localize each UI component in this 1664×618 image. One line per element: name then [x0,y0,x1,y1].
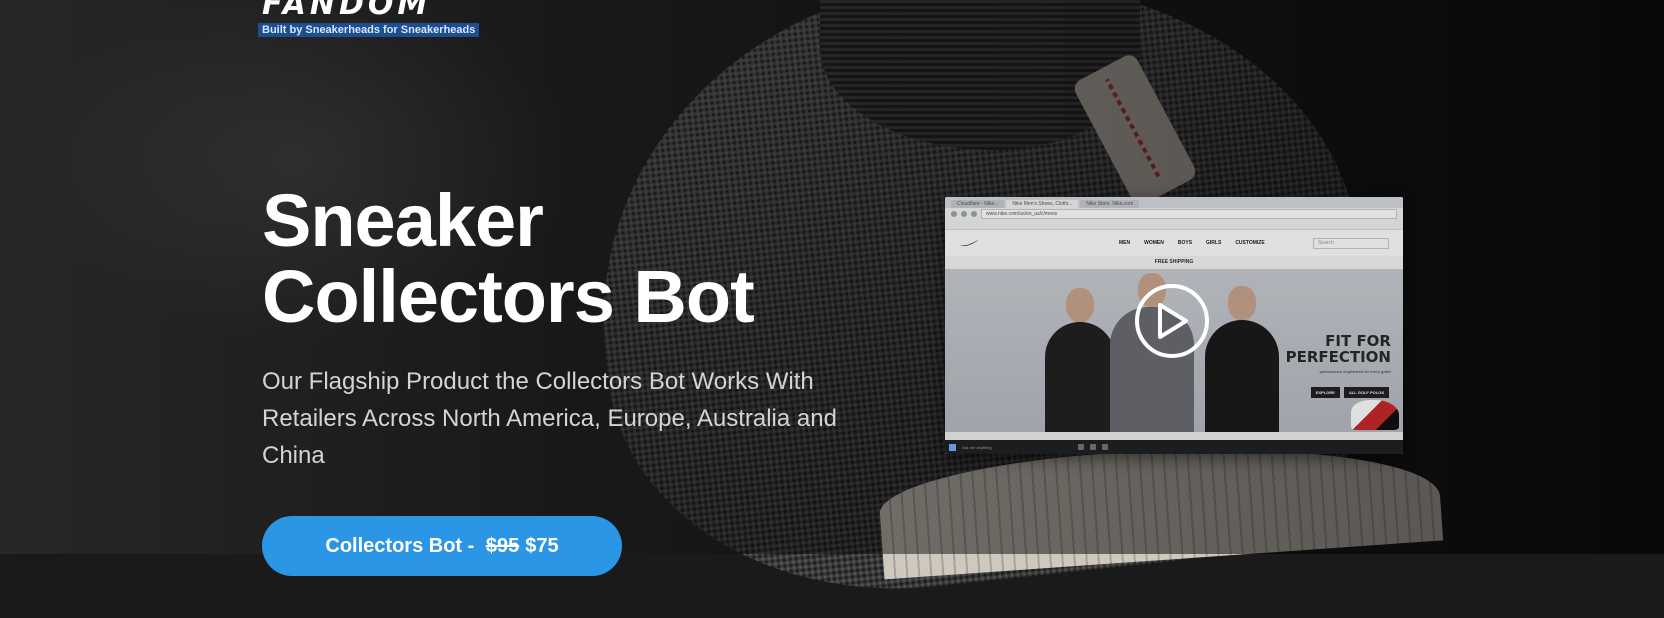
video-action: EXPLORE [1310,387,1340,398]
video-headline-line-1: FIT FOR [1325,332,1391,350]
forward-icon [961,211,967,217]
browser-tab-strip: Cloudflare - Nike... Nike Men's Shoes, C… [945,197,1403,208]
promo-banner: FREE SHIPPING [945,256,1403,269]
page-title: Sneaker Collectors Bot [262,179,755,338]
back-icon [951,211,957,217]
nav-link: BOYS [1177,240,1193,246]
site-logo[interactable]: FANDOM Built by Sneakerheads for Sneaker… [258,0,480,38]
nav-link: WOMEN [1144,240,1164,246]
taskbar-app-icon [1090,444,1096,450]
video-headline: FIT FOR PERFECTION [1286,333,1391,365]
video-headline-line-2: PERFECTION [1285,348,1391,366]
page-title-line-2: Collectors Bot [262,255,755,338]
swoosh-icon [959,236,999,250]
nav-link: CUSTOMIZE [1235,240,1265,246]
logo-tagline: Built by Sneakerheads for Sneakerheads [258,23,480,37]
video-actions: EXPLORE ALL GOLF POLOS [1310,387,1389,398]
start-icon [949,443,956,451]
video-sub-copy: performance engineered for every golfer [1319,369,1391,374]
nav-link: MEN [1119,240,1131,246]
browser-tab: Cloudflare - Nike... [951,200,1005,208]
logo-wordmark: FANDOM [262,0,432,22]
site-nav-links: MEN WOMEN BOYS GIRLS CUSTOMIZE [1119,240,1265,246]
browser-tab: Nike Store. Nike.com [1080,200,1140,208]
sneaker-thumbnail [1351,400,1399,430]
site-utility-bar [945,220,1403,230]
reload-icon [971,211,977,217]
buy-collectors-bot-button[interactable]: Collectors Bot - $95 $75 [262,516,622,576]
golfer-figure [1205,286,1279,432]
browser-tab: Nike Men's Shoes, Clothi... [1006,200,1079,208]
nav-link: GIRLS [1206,240,1222,246]
site-search: Search [1313,238,1389,249]
hero-subtitle: Our Flagship Product the Collectors Bot … [262,368,837,469]
browser-address-row: www.nike.com/us/en_us/c/mens [945,208,1403,220]
play-icon[interactable] [1135,284,1209,358]
taskbar-app-icon [1102,444,1108,450]
video-action: ALL GOLF POLOS [1343,387,1389,398]
browser-url: www.nike.com/us/en_us/c/mens [981,209,1397,219]
site-nav: MEN WOMEN BOYS GIRLS CUSTOMIZE Search [945,230,1403,256]
promo-text: FREE SHIPPING [1154,259,1194,265]
golfer-figure [1045,288,1115,432]
windows-taskbar: Ask me anything [945,440,1403,454]
page-title-line-1: Sneaker [262,179,544,262]
demo-video-player[interactable]: Cloudflare - Nike... Nike Men's Shoes, C… [945,197,1403,454]
taskbar-search: Ask me anything [962,444,992,450]
taskbar-app-icon [1078,444,1084,450]
